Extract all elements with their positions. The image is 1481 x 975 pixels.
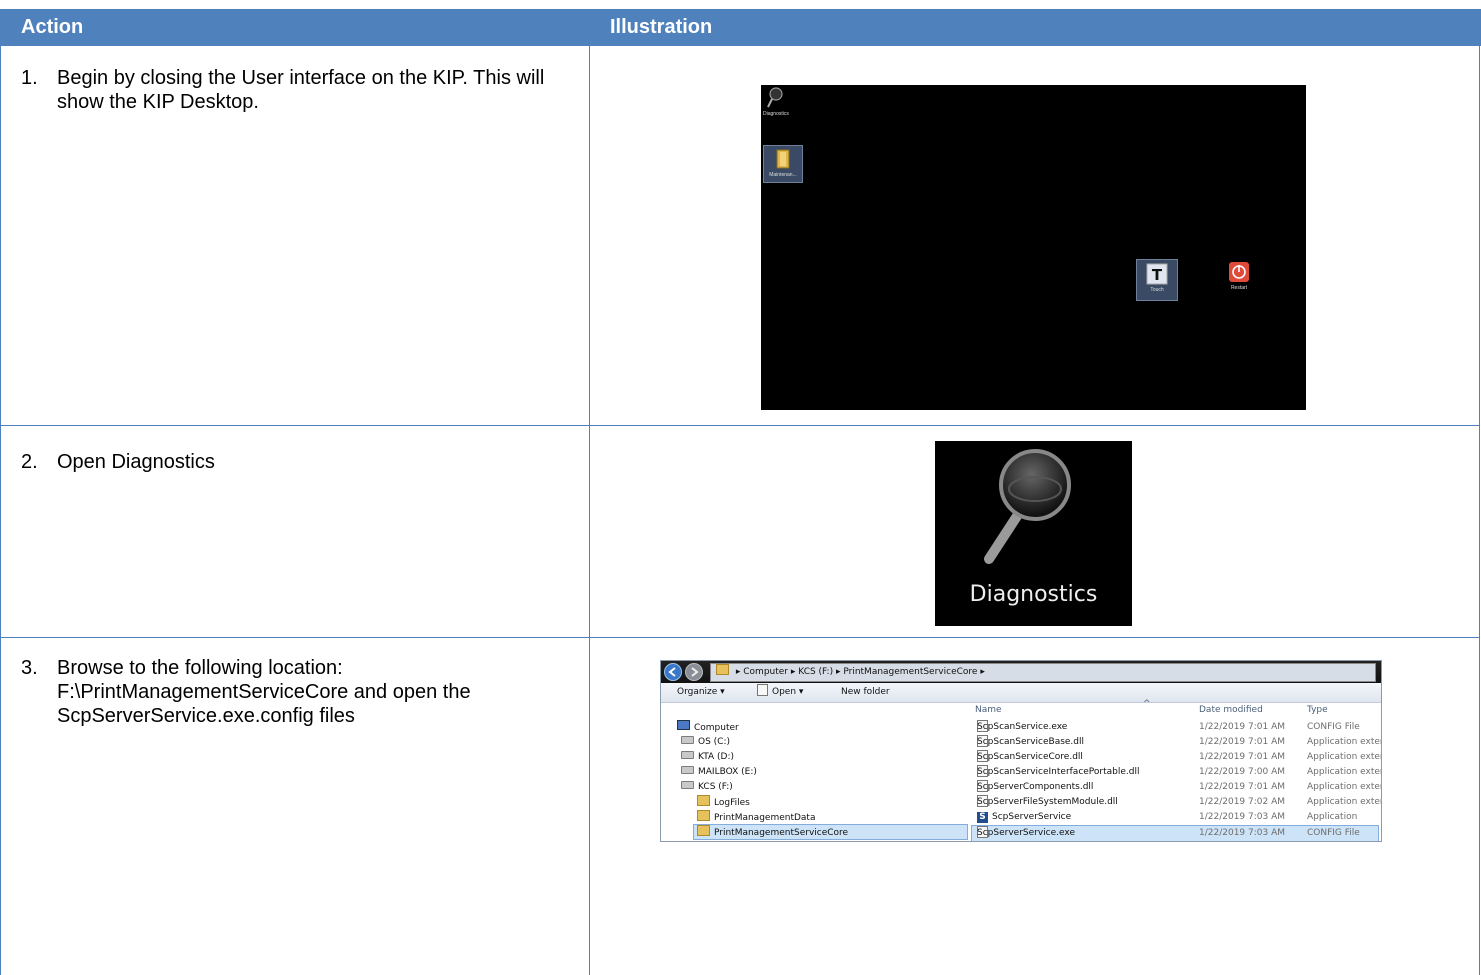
arrow-left-icon [668,667,676,677]
table-border [0,9,1,975]
desktop-icon-maintenance[interactable]: Maintenan... [763,145,803,183]
file-row-selected[interactable]: ScpServerService.exe 1/22/2019 7:03 AM C… [971,825,1379,841]
back-button[interactable] [664,663,682,681]
drive-icon [681,751,694,759]
diagnostics-label: Diagnostics [969,582,1098,607]
desktop-icon-diagnostics[interactable]: Diagnostics [763,87,789,117]
folder-icon [776,149,790,169]
breadcrumb-sep-icon: ▸ [980,667,985,677]
tree-item-os[interactable]: OS (C:) [681,735,730,749]
document-icon [757,684,768,696]
sort-arrow-icon: ^ [1143,699,1151,709]
drive-icon [681,781,694,789]
tree-item-mailbox[interactable]: MAILBOX (E:) [681,765,757,779]
step-text: Open Diagnostics [57,451,215,473]
magnifier-icon [767,87,783,108]
navigation-tree: Computer OS (C:) KTA (D:) MAILBOX (E:) K… [661,703,971,841]
row-divider [0,425,1480,426]
file-row[interactable]: ScpScanServiceBase.dll 1/22/2019 7:01 AM… [971,735,1381,750]
desktop-icon-touch[interactable]: T Touch [1136,259,1178,301]
step-text: Begin by closing the User interface on t… [57,67,545,113]
tree-item-logfiles[interactable]: LogFiles [697,795,750,809]
magnifier-icon [984,449,1071,564]
computer-icon [677,720,690,730]
column-type[interactable]: Type [1307,705,1328,715]
tree-item-printmanagementdata[interactable]: PrintManagementData [697,810,815,824]
file-list: Name ^ Date modified Type ScpScanService… [971,699,1381,841]
diagnostics-icon-illustration: Diagnostics [935,441,1132,626]
tree-item-kcs[interactable]: KCS (F:) [681,780,733,794]
file-row[interactable]: ScpServerComponents.dll 1/22/2019 7:01 A… [971,780,1381,795]
file-row[interactable]: ScpScanServiceInterfacePortable.dll 1/22… [971,765,1381,780]
open-button[interactable]: Open ▾ [757,683,803,702]
explorer-window: ▸ Computer ▸ KCS (F:) ▸ PrintManagementS… [660,660,1382,842]
kip-desktop-screenshot: Diagnostics Maintenan... T Touch Restart [761,85,1306,410]
folder-icon [716,664,729,675]
address-bar[interactable]: ▸ Computer ▸ KCS (F:) ▸ PrintManagementS… [710,663,1376,682]
touch-app-icon: T [1146,263,1168,285]
breadcrumb-folder[interactable]: PrintManagementServiceCore [843,667,977,677]
step-number: 3. [21,657,38,679]
file-row[interactable]: S ScpServerService 1/22/2019 7:03 AM Appl… [971,810,1381,825]
column-name[interactable]: Name [975,705,1002,715]
folder-icon [697,825,710,836]
folder-icon [697,795,710,806]
application-icon: S [977,812,988,823]
new-folder-button[interactable]: New folder [841,683,890,702]
file-row[interactable]: ScpScanService.exe 1/22/2019 7:01 AM CON… [971,720,1381,735]
column-divider [589,9,590,975]
explorer-toolbar: Organize ▾ Open ▾ New folder [661,683,1381,703]
folder-icon [697,810,710,821]
column-date[interactable]: Date modified [1199,705,1263,715]
step-text: Browse to the following location: F:\Pri… [57,657,471,727]
step-number: 1. [21,67,38,89]
organize-button[interactable]: Organize ▾ [677,683,725,702]
tree-item-kta[interactable]: KTA (D:) [681,750,734,764]
power-icon [1229,262,1249,282]
breadcrumb-computer[interactable]: Computer [743,667,788,677]
explorer-titlebar: ▸ Computer ▸ KCS (F:) ▸ PrintManagementS… [661,661,1381,683]
step-number: 2. [21,451,38,473]
forward-button[interactable] [685,663,703,681]
desktop-icon-restart[interactable]: Restart [1221,261,1257,291]
breadcrumb-kcs[interactable]: KCS (F:) [798,667,833,677]
file-row[interactable]: ScpServerFileSystemModule.dll 1/22/2019 … [971,795,1381,810]
tree-item-printmanagementservicecore[interactable]: PrintManagementServiceCore [693,824,968,840]
drive-icon [681,736,694,744]
column-header-action: Action [0,9,589,46]
tree-item-computer[interactable]: Computer [677,720,739,734]
drive-icon [681,766,694,774]
table-border [1479,9,1480,975]
row-divider [0,637,1480,638]
arrow-right-icon [691,667,699,677]
column-header-illustration: Illustration [589,9,1481,46]
svg-text:T: T [1152,266,1163,284]
file-row[interactable]: ScpScanServiceCore.dll 1/22/2019 7:01 AM… [971,750,1381,765]
